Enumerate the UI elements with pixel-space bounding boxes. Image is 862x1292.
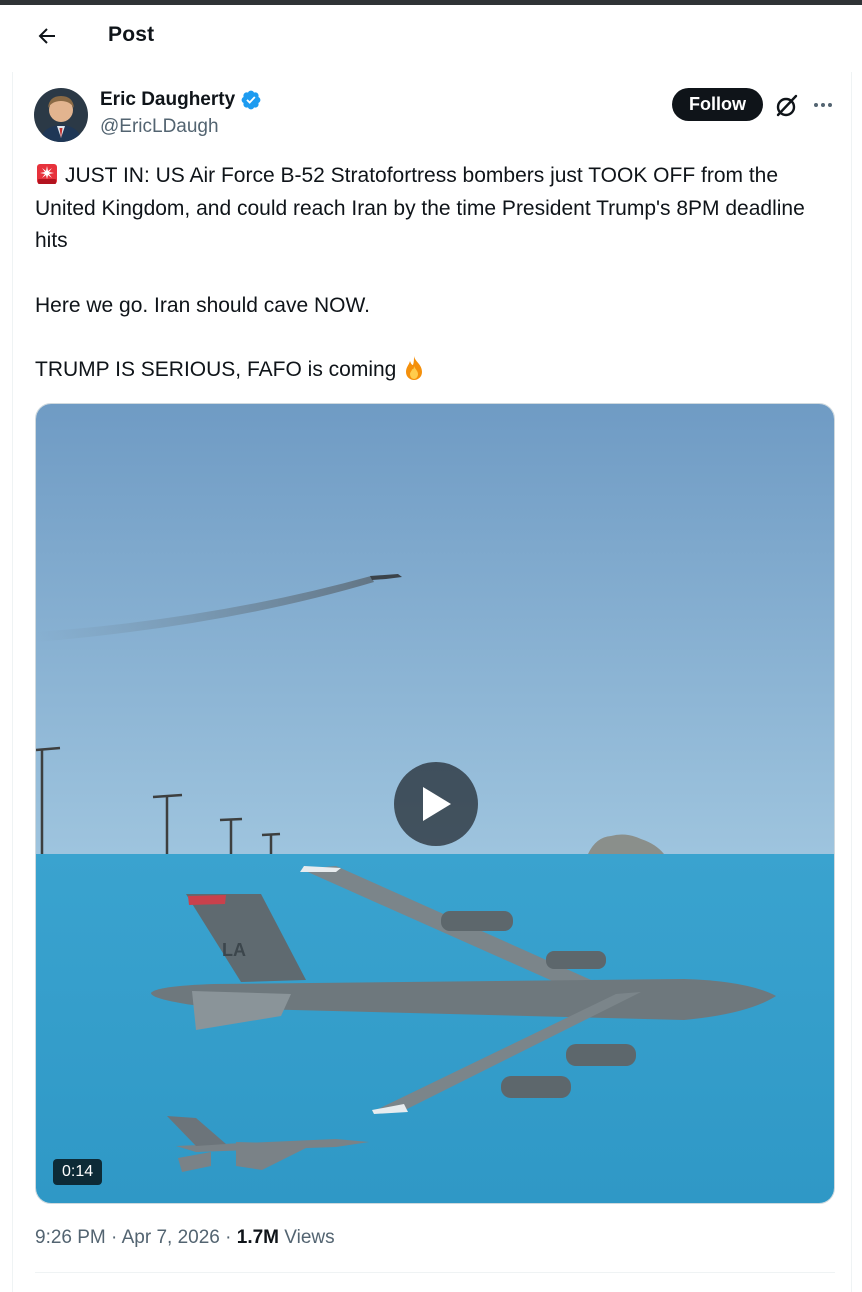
video-duration: 0:14 — [53, 1159, 103, 1185]
video-player[interactable]: LA 0:14 — [35, 403, 835, 1204]
views-count[interactable]: 1.7M — [237, 1227, 279, 1248]
post-text: JUST IN: US Air Force B-52 Stratofortres… — [35, 160, 835, 387]
fire-emoji — [406, 356, 423, 380]
post-paragraph-1-text: JUST IN: US Air Force B-52 Stratofortres… — [35, 164, 805, 252]
arrow-left-icon — [38, 28, 55, 44]
play-icon — [423, 787, 451, 821]
views-label: Views — [284, 1227, 335, 1248]
author-name[interactable]: Eric Daugherty — [100, 89, 235, 111]
post-paragraph-3: TRUMP IS SERIOUS, FAFO is coming — [35, 354, 835, 387]
divider — [35, 1272, 835, 1273]
police-light-emoji — [37, 164, 57, 184]
grok-icon[interactable] — [774, 93, 800, 119]
back-button[interactable] — [30, 19, 64, 53]
post-paragraph-2: Here we go. Iran should cave NOW. — [35, 293, 370, 317]
verified-badge-icon — [241, 90, 261, 110]
avatar[interactable] — [34, 88, 88, 142]
post-paragraph-1: JUST IN: US Air Force B-52 Stratofortres… — [35, 160, 835, 258]
tail-code: LA — [222, 940, 246, 960]
post-date[interactable]: Apr 7, 2026 — [122, 1227, 220, 1248]
post-time[interactable]: 9:26 PM — [35, 1227, 106, 1248]
meta-separator: · — [225, 1227, 237, 1248]
post-paragraph-3-text: TRUMP IS SERIOUS, FAFO is coming — [35, 358, 397, 381]
play-button[interactable] — [394, 762, 478, 846]
page-title: Post — [108, 23, 155, 46]
meta-separator: · — [111, 1227, 122, 1248]
author-handle[interactable]: @EricLDaugh — [100, 116, 219, 138]
page-header: Post — [0, 5, 862, 67]
follow-button[interactable]: Follow — [672, 88, 763, 121]
more-dots-icon[interactable] — [810, 95, 836, 115]
author-row: Eric Daugherty — [100, 89, 262, 111]
post-metadata: 9:26 PM · Apr 7, 2026 · 1.7M Views — [35, 1227, 335, 1249]
